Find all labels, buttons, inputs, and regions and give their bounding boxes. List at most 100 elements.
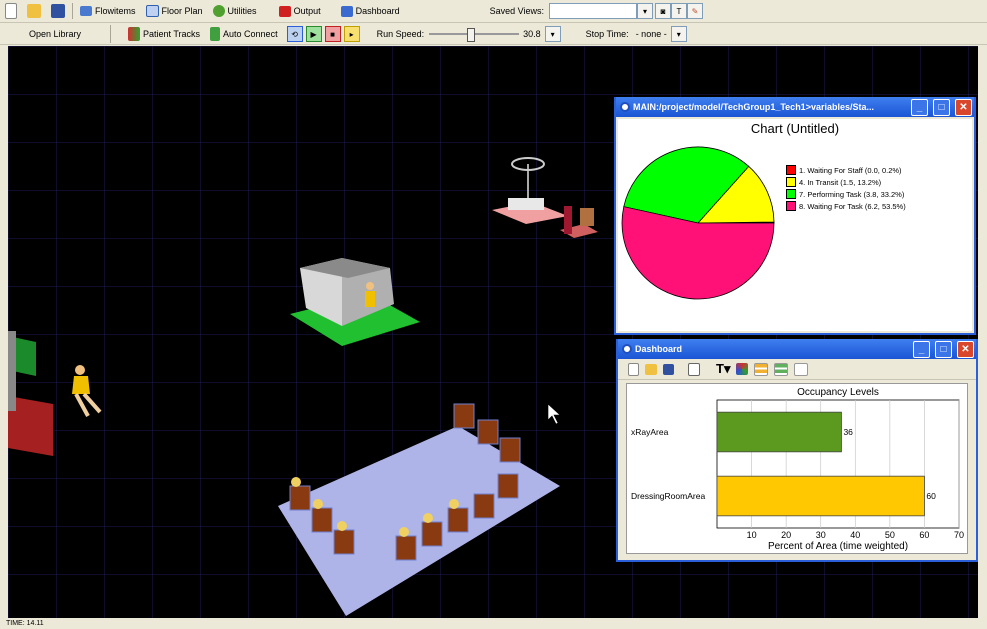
- minimize-button[interactable]: _: [911, 98, 928, 116]
- x-axis-label: Percent of Area (time weighted): [768, 541, 908, 552]
- legend-label: 7. Performing Task (3.8, 33.2%): [799, 189, 905, 199]
- open-library-button[interactable]: Open Library: [0, 25, 111, 43]
- close-button[interactable]: ✕: [957, 340, 974, 358]
- new-file-button[interactable]: [0, 2, 22, 20]
- maximize-icon: □: [938, 101, 945, 113]
- app-icon: [620, 102, 630, 112]
- patient-tracks-button[interactable]: Patient Tracks: [123, 25, 205, 43]
- chart-window: MAIN:/project/model/TechGroup1_Tech1>var…: [614, 97, 976, 335]
- utilities-button[interactable]: Utilities: [208, 2, 262, 20]
- auto-connect-label: Auto Connect: [223, 29, 278, 39]
- x-tick-label: 10: [747, 530, 757, 540]
- run-speed-slider[interactable]: [429, 28, 520, 42]
- chart-title: Chart (Untitled): [750, 121, 840, 136]
- flowitems-button[interactable]: Flowitems: [75, 2, 141, 20]
- run-speed-value: 30.8: [523, 29, 541, 39]
- run-toolbar: Open Library Patient Tracks Auto Connect…: [0, 24, 987, 45]
- staff-body: [365, 291, 375, 307]
- status-bar: TIME: 14.11: [0, 619, 987, 629]
- category-label: DressingRoomArea: [631, 491, 705, 501]
- save-icon[interactable]: [663, 363, 674, 375]
- saved-views-select[interactable]: [549, 3, 637, 19]
- table-tool-icon[interactable]: [774, 362, 789, 376]
- chevron-down-icon: ▾: [676, 29, 681, 39]
- x-tick-label: 70: [954, 530, 964, 540]
- occupancy-bar-chart: Occupancy Levels 10 20 30 40 50 60 70 xRayArea 36…: [631, 387, 964, 552]
- x-tick-label: 20: [781, 530, 791, 540]
- camera-button[interactable]: ◙: [655, 3, 671, 19]
- stop-icon: ■: [330, 29, 335, 39]
- x-tick-label: 30: [816, 530, 826, 540]
- chart-window-titlebar[interactable]: MAIN:/project/model/TechGroup1_Tech1>var…: [616, 97, 974, 117]
- app-icon: [622, 344, 632, 354]
- brush-button[interactable]: ✎: [687, 3, 703, 19]
- save-button[interactable]: [46, 2, 70, 20]
- text-tool-icon[interactable]: T▾: [716, 361, 730, 377]
- reset-button[interactable]: ⟲: [286, 26, 303, 42]
- folder-icon[interactable]: [645, 363, 657, 375]
- flowitems-label: Flowitems: [95, 6, 136, 16]
- list-tool-icon[interactable]: [754, 362, 769, 376]
- dashboard-titlebar[interactable]: Dashboard _ □ ✕: [618, 339, 976, 359]
- minimize-icon: _: [918, 343, 925, 355]
- maximize-button[interactable]: □: [935, 340, 952, 358]
- run-speed-dropdown[interactable]: ▾: [544, 26, 561, 42]
- floor-plan-icon: [145, 5, 159, 17]
- xray-table: [508, 198, 544, 210]
- xray-desk: [580, 208, 594, 226]
- close-button[interactable]: ✕: [955, 98, 972, 116]
- camera-icon: ◙: [660, 6, 666, 16]
- stop-button[interactable]: ■: [324, 26, 341, 42]
- stop-time-label: Stop Time:: [585, 29, 629, 39]
- pie-chart: [621, 146, 775, 300]
- stop-time-value: - none -: [635, 29, 667, 39]
- slider-thumb[interactable]: [467, 28, 476, 42]
- dashboard-label: Dashboard: [355, 6, 400, 16]
- legend-label: 1. Waiting For Staff (0.0, 0.2%): [799, 165, 902, 175]
- stop-time-dropdown[interactable]: ▾: [670, 26, 687, 42]
- text-view-icon: T: [676, 6, 682, 16]
- chevron-down-icon: ▾: [642, 6, 647, 16]
- separator: [72, 3, 73, 19]
- chart-window-title: MAIN:/project/model/TechGroup1_Tech1>var…: [633, 102, 874, 112]
- output-button[interactable]: Output: [274, 2, 326, 20]
- minimize-button[interactable]: _: [913, 340, 930, 358]
- text-view-button[interactable]: T: [671, 3, 687, 19]
- auto-connect-icon: [210, 27, 221, 41]
- saved-views-label: Saved Views:: [489, 6, 544, 16]
- new-file-icon[interactable]: [628, 362, 639, 376]
- maximize-icon: □: [940, 343, 947, 355]
- chart-panel: Chart (Untitled) 1. Waiting For Staff (0…: [618, 119, 972, 331]
- dashboard-button[interactable]: Dashboard: [336, 2, 405, 20]
- category-label: xRayArea: [631, 427, 669, 437]
- chevron-down-icon: ▾: [550, 29, 555, 39]
- color-tool-icon[interactable]: [736, 363, 749, 375]
- step-button[interactable]: ▸: [343, 26, 360, 42]
- saved-views-dropdown[interactable]: ▾: [637, 3, 653, 19]
- dashboard-content: Occupancy Levels 10 20 30 40 50 60 70 xRayArea 36…: [626, 383, 968, 554]
- dashboard-window: Dashboard _ □ ✕ T▾ Occupancy Levels 10 20 3…: [616, 339, 978, 562]
- save-icon: [51, 4, 65, 18]
- legend-label: 8. Waiting For Task (6.2, 53.5%): [799, 201, 906, 211]
- output-label: Output: [293, 6, 321, 16]
- x-tick-label: 50: [885, 530, 895, 540]
- line-chart-tool-icon[interactable]: [794, 362, 809, 376]
- pie-legend: 1. Waiting For Staff (0.0, 0.2%) 4. In Tr…: [786, 165, 906, 213]
- auto-connect-button[interactable]: Auto Connect: [205, 25, 283, 43]
- dashboard-title: Dashboard: [635, 344, 683, 354]
- reset-icon: ⟲: [291, 29, 298, 39]
- clipboard-icon[interactable]: [688, 362, 700, 376]
- floor-plan-button[interactable]: Floor Plan: [141, 2, 208, 20]
- utilities-label: Utilities: [227, 6, 257, 16]
- value-label: 36: [843, 427, 853, 437]
- utilities-icon: [212, 5, 225, 17]
- x-tick-label: 60: [919, 530, 929, 540]
- run-button[interactable]: ▶: [305, 26, 322, 42]
- bar: [716, 411, 842, 453]
- dashboard-icon: [340, 5, 353, 17]
- value-label: 60: [926, 491, 936, 501]
- wall-partial: [8, 331, 16, 411]
- maximize-button[interactable]: □: [933, 98, 950, 116]
- legend-entry: 1. Waiting For Staff (0.0, 0.2%): [786, 165, 906, 175]
- open-file-button[interactable]: [22, 2, 46, 20]
